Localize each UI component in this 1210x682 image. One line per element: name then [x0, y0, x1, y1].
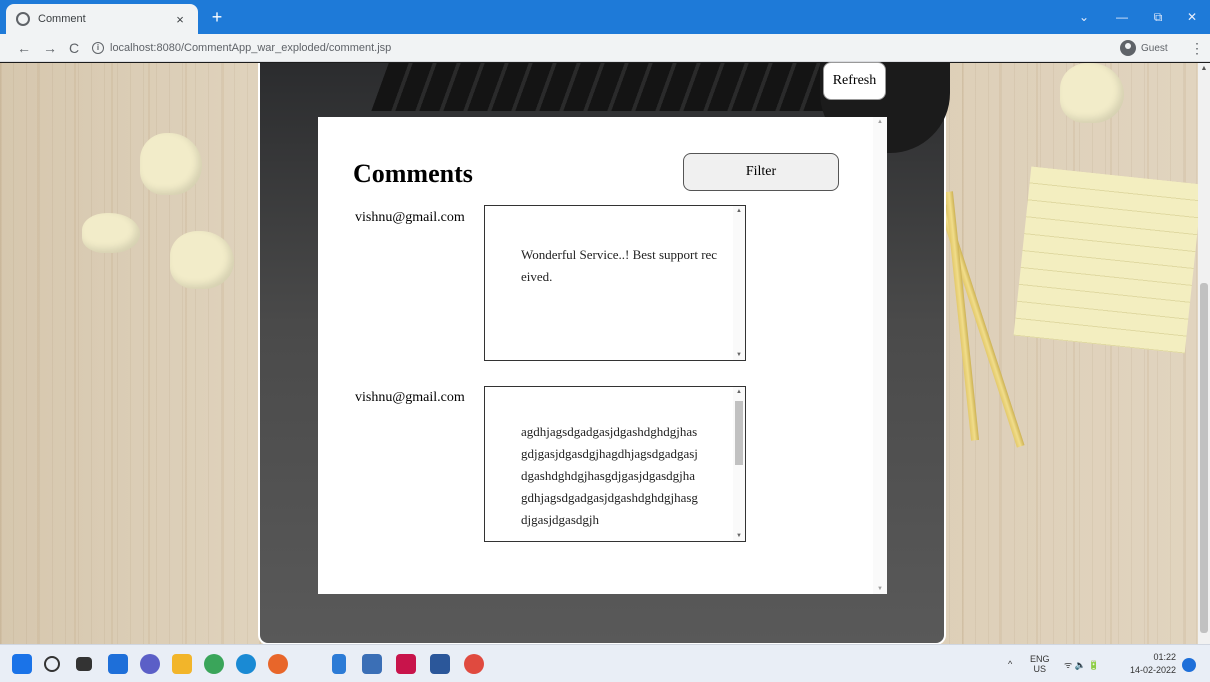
edge-icon[interactable] [236, 654, 256, 674]
browser-tab-strip: Comment × + ⌄ — ⧉ ✕ [0, 0, 1210, 34]
comment-scrollbar[interactable]: ▲ ▼ [733, 206, 745, 360]
filter-button[interactable]: Filter [683, 153, 839, 191]
notepad-decoration [1013, 166, 1198, 354]
profile-button[interactable]: Guest [1120, 38, 1168, 58]
pencil-decoration [933, 188, 1025, 448]
panel-scrollbar[interactable]: ▲ ▼ [873, 117, 887, 594]
tab-search-icon[interactable]: ⌄ [1066, 0, 1102, 34]
comment-scroll-thumb[interactable] [735, 401, 743, 465]
scroll-up-arrow-icon[interactable]: ▲ [873, 119, 887, 125]
region-code: US [1033, 664, 1047, 674]
reload-button[interactable]: C [64, 38, 84, 58]
new-tab-button[interactable]: + [206, 6, 228, 28]
refresh-button[interactable]: Refresh [823, 62, 886, 100]
network-volume-battery-icons[interactable]: ᯤ 🔈 🔋 [1064, 645, 1100, 682]
firefox-icon[interactable] [268, 654, 288, 674]
minimize-button[interactable]: — [1104, 0, 1140, 34]
intellij-icon[interactable] [396, 654, 416, 674]
page-title: Comments [353, 159, 473, 188]
scroll-up-arrow-icon[interactable]: ▲ [733, 389, 745, 395]
close-window-button[interactable]: ✕ [1174, 0, 1210, 34]
comment-text: agdhjagsdgadgasjdgashdghdgjhasgdjgasjdga… [521, 424, 698, 527]
search-icon[interactable] [44, 656, 60, 672]
clock-date: 14-02-2022 [1130, 665, 1177, 675]
notification-icon[interactable] [1182, 658, 1196, 672]
tab-title: Comment [38, 13, 86, 25]
comment-textarea[interactable]: Wonderful Service..! Best support receiv… [484, 205, 746, 361]
paper-ball-decoration [82, 213, 140, 253]
widgets-icon[interactable] [108, 654, 128, 674]
scroll-down-arrow-icon[interactable]: ▼ [733, 352, 745, 358]
windows-start-icon[interactable] [12, 654, 32, 674]
language-indicator[interactable]: ENG US [1030, 645, 1050, 682]
comment-textarea[interactable]: agdhjagsdgadgasjdgashdghdgjhasgdjgasjdga… [484, 386, 746, 542]
language-code: ENG [1030, 654, 1050, 664]
scroll-down-arrow-icon[interactable]: ▼ [733, 533, 745, 539]
comment-scrollbar[interactable]: ▲ ▼ [733, 387, 745, 541]
clock-time: 01:22 [1153, 652, 1177, 662]
file-explorer-icon[interactable] [172, 654, 192, 674]
globe-icon [16, 12, 30, 26]
more-menu-icon[interactable]: ⋮ [1190, 38, 1204, 58]
back-button[interactable]: ← [14, 38, 34, 58]
paper-ball-decoration [170, 231, 234, 289]
comments-panel: Comments Filter vishnu@gmail.com Wonderf… [318, 117, 887, 594]
clock[interactable]: 01:22 14-02-2022 [1130, 651, 1176, 677]
browser-toolbar: ← → C i localhost:8080/CommentApp_war_ex… [0, 34, 1210, 62]
address-bar[interactable]: i localhost:8080/CommentApp_war_exploded… [92, 37, 1102, 59]
avatar-icon [1120, 40, 1136, 56]
forward-button[interactable]: → [40, 38, 60, 58]
chrome-icon[interactable] [204, 654, 224, 674]
restore-button[interactable]: ⧉ [1140, 0, 1176, 34]
comment-email: vishnu@gmail.com [355, 210, 465, 225]
notepad-icon[interactable] [332, 654, 346, 674]
taskbar: ^ ENG US ᯤ 🔈 🔋 01:22 14-02-2022 [0, 644, 1210, 682]
paper-ball-decoration [1060, 63, 1124, 123]
scroll-up-arrow-icon[interactable]: ▲ [1198, 65, 1210, 72]
browser-tab[interactable]: Comment × [6, 4, 198, 34]
comment-text: Wonderful Service..! Best support receiv… [521, 247, 718, 284]
comment-email: vishnu@gmail.com [355, 390, 465, 405]
chrome-icon[interactable] [464, 654, 484, 674]
show-hidden-icons-button[interactable]: ^ [1008, 645, 1012, 682]
url-text: localhost:8080/CommentApp_war_exploded/c… [110, 42, 392, 54]
keyboard-decoration [371, 63, 849, 111]
page-scroll-thumb[interactable] [1200, 283, 1208, 633]
scroll-up-arrow-icon[interactable]: ▲ [733, 208, 745, 214]
store-icon[interactable] [362, 654, 382, 674]
chat-icon[interactable] [140, 654, 160, 674]
task-view-icon[interactable] [76, 657, 92, 671]
paper-ball-decoration [140, 133, 202, 195]
info-icon[interactable]: i [92, 42, 104, 54]
word-icon[interactable] [430, 654, 450, 674]
tab-close-icon[interactable]: × [172, 12, 188, 27]
profile-label: Guest [1141, 42, 1168, 54]
page-scrollbar[interactable]: ▲ [1198, 63, 1210, 644]
scroll-down-arrow-icon[interactable]: ▼ [873, 586, 887, 592]
